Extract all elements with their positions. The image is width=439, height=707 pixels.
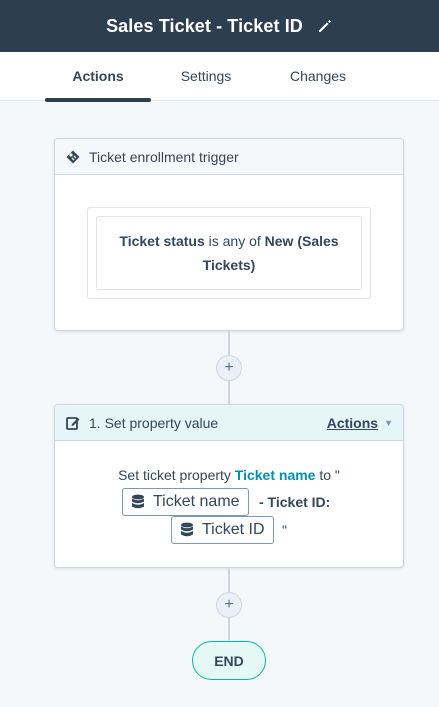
trigger-filter-group: Ticket status is any of New (Sales Ticke… [87, 207, 371, 299]
caret-down-icon: ▼ [384, 418, 393, 428]
action-description: Set ticket property Ticket name to " [118, 467, 340, 483]
active-tab-indicator [45, 98, 151, 102]
property-link[interactable]: Ticket name [235, 467, 316, 483]
actions-dropdown-label: Actions [326, 415, 379, 431]
end-node: END [192, 641, 266, 680]
tab-settings[interactable]: Settings [165, 52, 247, 100]
set-property-action-card[interactable]: 1. Set property value Actions ▼ Set tick… [54, 404, 404, 568]
tab-changes[interactable]: Changes [276, 52, 360, 100]
action-card-header: 1. Set property value Actions ▼ [55, 405, 403, 441]
trigger-filter[interactable]: Ticket status is any of New (Sales Ticke… [96, 216, 362, 290]
workflow-title: Sales Ticket - Ticket ID [106, 15, 303, 36]
action-title: 1. Set property value [89, 414, 219, 431]
trigger-card-header: Ticket enrollment trigger [55, 139, 403, 175]
add-action-button[interactable]: + [216, 592, 242, 618]
add-action-button[interactable]: + [216, 355, 242, 381]
database-icon [180, 522, 194, 538]
tab-bar: Actions Settings Changes [0, 52, 439, 102]
database-icon [131, 494, 145, 510]
enrollment-trigger-card[interactable]: Ticket enrollment trigger Ticket status … [54, 138, 404, 331]
actions-dropdown[interactable]: Actions ▼ [327, 405, 393, 441]
edit-icon [65, 415, 81, 431]
ticket-id-token[interactable]: Ticket ID [171, 516, 274, 544]
trigger-title: Ticket enrollment trigger [89, 148, 239, 165]
closing-quote: " [282, 522, 287, 538]
ticket-icon [65, 149, 81, 165]
ticket-name-token[interactable]: Ticket name [122, 488, 249, 516]
filter-operator: is any of [208, 233, 261, 249]
separator-text: - Ticket ID: [259, 494, 331, 510]
tab-actions[interactable]: Actions [45, 52, 151, 100]
filter-property: Ticket status [119, 233, 205, 249]
pencil-icon[interactable] [317, 18, 333, 34]
workflow-header: Sales Ticket - Ticket ID [0, 0, 439, 52]
